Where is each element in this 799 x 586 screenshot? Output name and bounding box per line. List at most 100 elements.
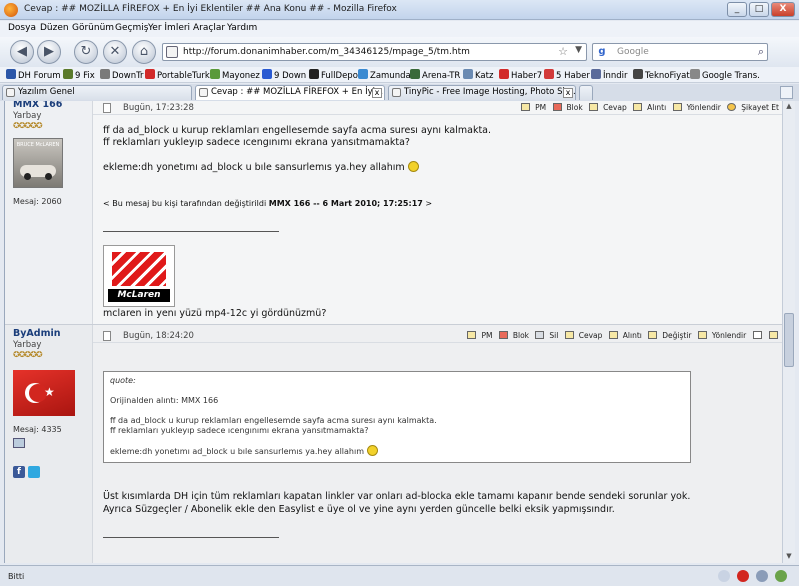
- bookmark-icon: [463, 69, 473, 79]
- bookmark-item[interactable]: 5 Haber: [544, 69, 590, 81]
- bookmark-item[interactable]: FullDepo: [309, 69, 358, 81]
- post-text-line: ff da ad_block u kurup reklamları engell…: [103, 125, 492, 136]
- menu-yer-imleri[interactable]: Yer İmleri: [148, 23, 190, 33]
- quote-button[interactable]: Alıntı: [633, 103, 666, 112]
- url-dropdown-icon[interactable]: ▼: [575, 45, 582, 55]
- menu-araclar[interactable]: Araçlar: [193, 23, 225, 33]
- menu-dosya[interactable]: Dosya: [8, 23, 36, 33]
- forward-button[interactable]: ▶: [37, 40, 61, 64]
- edit-button[interactable]: Değiştir: [648, 331, 692, 340]
- edit-label: Değiştir: [662, 331, 692, 340]
- menu-yardim[interactable]: Yardım: [227, 23, 257, 33]
- bookmark-item[interactable]: Haber7: [499, 69, 542, 81]
- bookmark-icon: [591, 69, 601, 79]
- search-magnifier-icon[interactable]: ⌕: [758, 45, 764, 59]
- bookmark-item[interactable]: 9 Down: [262, 69, 306, 81]
- post-text-line: ff reklamları yukleyıp sadece ıcengınımı…: [103, 137, 410, 148]
- scroll-up-icon[interactable]: ▲: [784, 102, 794, 112]
- f1-logo-shape: [112, 252, 166, 286]
- forward-label: Yönlendir: [686, 103, 721, 112]
- back-button[interactable]: ◀: [10, 40, 34, 64]
- home-button[interactable]: ⌂: [132, 40, 156, 64]
- bookmark-label: FullDepo: [321, 71, 358, 81]
- online-status-icon: [13, 438, 25, 448]
- forward-icon: [672, 103, 682, 111]
- download-icon[interactable]: [775, 570, 787, 582]
- block-label: Blok: [512, 331, 530, 340]
- tab-tinypic[interactable]: TinyPic - Free Image Hosting, Photo Sha.…: [388, 85, 576, 100]
- bookmark-label: İnndir: [603, 71, 628, 81]
- pm-button[interactable]: PM: [467, 331, 492, 340]
- folder-button[interactable]: [769, 331, 779, 340]
- block-button[interactable]: Blok: [552, 103, 583, 112]
- url-bar[interactable]: http://forum.donanimhaber.com/m_34346125…: [162, 43, 587, 61]
- reply-button[interactable]: Cevap: [589, 103, 627, 112]
- bookmark-item[interactable]: TeknoFiyat: [633, 69, 690, 81]
- pm-button[interactable]: PM: [521, 103, 546, 112]
- bookmark-item[interactable]: Arena-TR: [410, 69, 460, 81]
- twitter-icon[interactable]: [28, 466, 40, 478]
- vertical-scrollbar[interactable]: ▲ ▼: [782, 101, 795, 563]
- forward-label: Yönlendir: [711, 331, 747, 340]
- stop-button[interactable]: ✕: [103, 40, 127, 64]
- quote-box: quote: Orijinalden alıntı: MMX 166 ff da…: [103, 371, 691, 463]
- pm-label: PM: [481, 331, 493, 340]
- bookmark-star-icon[interactable]: ☆: [558, 45, 568, 58]
- scroll-down-icon[interactable]: ▼: [784, 552, 794, 562]
- edit-note-user: MMX 166 -- 6 Mart 2010; 17:25:17: [268, 199, 423, 208]
- tab-yazilim-genel[interactable]: Yazılım Genel: [2, 85, 192, 100]
- maximize-button[interactable]: □: [749, 2, 769, 17]
- sync-icon[interactable]: [756, 570, 769, 582]
- bookmark-item[interactable]: 9 Fix: [63, 69, 95, 81]
- delete-button[interactable]: Sil: [535, 331, 558, 340]
- new-tab-button[interactable]: [579, 85, 593, 100]
- bookmark-item[interactable]: PortableTurk: [145, 69, 210, 81]
- bookmark-item[interactable]: DownTr: [100, 69, 144, 81]
- quote-origin: Orijinalden alıntı: MMX 166: [110, 396, 219, 405]
- pm-label: PM: [535, 103, 547, 112]
- forward-post-button[interactable]: Yönlendir: [672, 103, 721, 112]
- forward-post-button[interactable]: Yönlendir: [697, 331, 747, 340]
- tab-cevap[interactable]: Cevap : ## MOZİLLA FİREFOX + En İyi ... …: [195, 85, 385, 100]
- author-name[interactable]: ByAdmin: [13, 328, 61, 339]
- minimize-button[interactable]: _: [727, 2, 747, 17]
- bookmark-item[interactable]: Mayonez: [210, 69, 260, 81]
- tab-close-icon[interactable]: x: [372, 88, 382, 98]
- tab-list-button[interactable]: [780, 86, 793, 99]
- reply-button[interactable]: Cevap: [564, 331, 602, 340]
- post-doc-button[interactable]: [752, 331, 763, 340]
- close-button[interactable]: X: [771, 2, 795, 17]
- author-avatar: ★: [13, 370, 75, 416]
- bookmark-icon: [358, 69, 368, 79]
- bookmark-item[interactable]: DH Forum: [6, 69, 61, 81]
- bookmark-item[interactable]: Katz: [463, 69, 493, 81]
- post-author-panel: ByAdmin Yarbay ✪✪✪✪✪ ★ Mesaj: 4335 f: [5, 325, 93, 563]
- author-name[interactable]: MMX 166: [13, 101, 62, 110]
- quote-label: Alıntı: [647, 103, 667, 112]
- google-icon[interactable]: g: [595, 46, 609, 58]
- bookmark-item[interactable]: Google Trans.: [690, 69, 760, 81]
- reply-text-line: Ayrıca Süzgeçler / Abonelik ekle den Eas…: [103, 504, 615, 515]
- menu-gecmis[interactable]: Geçmiş: [115, 23, 148, 33]
- menu-gorunum[interactable]: Görünüm: [72, 23, 114, 33]
- scrollbar-thumb[interactable]: [784, 313, 794, 367]
- tab-close-icon[interactable]: x: [563, 88, 573, 98]
- bookmark-item[interactable]: Zamunda: [358, 69, 411, 81]
- tab-favicon-icon: [392, 88, 401, 97]
- quote-button[interactable]: Alıntı: [608, 331, 642, 340]
- addon-icon[interactable]: [718, 570, 731, 582]
- search-input[interactable]: g Google ⌕: [592, 43, 768, 61]
- bookmark-icon: [145, 69, 155, 79]
- block-button[interactable]: Blok: [498, 331, 530, 340]
- post-header: Bugün, 18:24:20 PM Blok Sil Cevap Alıntı…: [93, 329, 782, 343]
- avatar-wheel-shape: [45, 173, 52, 180]
- post-body: Bugün, 18:24:20 PM Blok Sil Cevap Alıntı…: [93, 325, 782, 563]
- bookmark-item[interactable]: İnndir: [591, 69, 628, 81]
- reload-button[interactable]: ↻: [74, 40, 98, 64]
- quote-line: ekleme:dh yonetımı ad_block u bıle sansu…: [110, 445, 379, 456]
- report-button[interactable]: Şikayet Et: [727, 103, 779, 112]
- menu-duzen[interactable]: Düzen: [40, 23, 69, 33]
- facebook-icon[interactable]: f: [13, 466, 25, 478]
- adblock-icon[interactable]: [737, 570, 750, 582]
- forward-icon: [697, 331, 707, 339]
